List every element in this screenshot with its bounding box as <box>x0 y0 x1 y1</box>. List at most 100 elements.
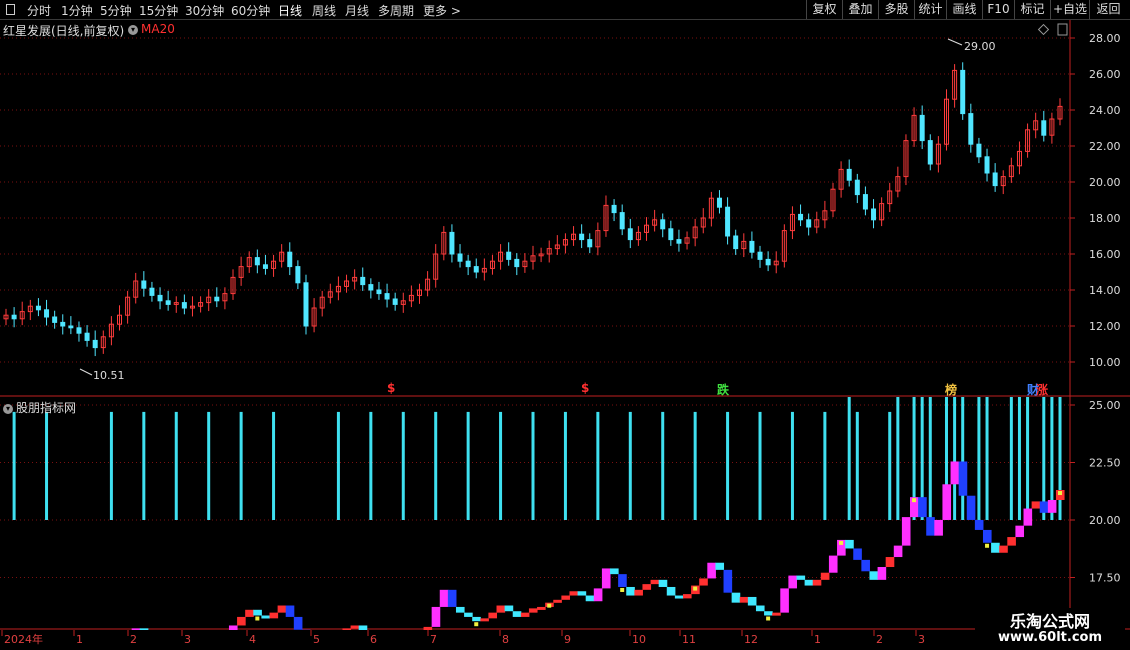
collapse-icon[interactable]: ▾ <box>3 403 13 414</box>
overlay-button[interactable]: 叠加 <box>842 0 878 19</box>
back-button[interactable]: 返回 <box>1089 0 1127 19</box>
high-price-label: 29.00 <box>964 40 996 53</box>
indicator-header[interactable]: ▾ 股朋指标网 <box>3 399 76 416</box>
indicator-step <box>1031 501 1041 509</box>
indicator-bar <box>758 411 762 520</box>
candle-body <box>11 314 17 320</box>
indicator-step <box>528 608 538 613</box>
price-tick-label: 12.00 <box>1089 320 1121 333</box>
period-tab-monthly[interactable]: 月线 <box>345 2 369 19</box>
indicator-step <box>464 612 473 617</box>
indicator-dot <box>547 603 552 608</box>
indicator-bar <box>466 411 470 520</box>
indicator-step <box>269 612 279 619</box>
indicator-bar <box>596 411 600 520</box>
draw-line-button[interactable]: 画线 <box>946 0 982 19</box>
period-tab-multi[interactable]: 多周期 <box>378 2 414 19</box>
indicator-tick-label: 22.50 <box>1089 457 1121 470</box>
indicator-step <box>447 589 457 607</box>
signal-marker[interactable]: 涨 <box>1036 381 1048 398</box>
candle-body <box>52 316 58 323</box>
indicator-step <box>496 605 506 613</box>
candle-body <box>619 212 625 230</box>
f10-button[interactable]: F10 <box>982 0 1014 19</box>
price-chart[interactable]: 28.00 26.00 24.00 22.00 20.00 18.00 16.00 14.00… <box>0 20 1130 397</box>
candle-body <box>927 140 933 165</box>
candle-body <box>360 276 366 286</box>
indicator-bar <box>401 411 405 520</box>
candle-body <box>449 231 455 255</box>
signal-marker[interactable]: $ <box>581 381 589 395</box>
indicator-step <box>634 589 643 596</box>
period-tab-1min[interactable]: 1分钟 <box>61 2 93 19</box>
mark-button[interactable]: 标记 <box>1014 0 1050 19</box>
indicator-step <box>723 569 733 593</box>
indicator-bar <box>823 411 827 520</box>
candle-body <box>303 282 309 327</box>
period-tab-fenshi[interactable]: 分时 <box>27 2 51 19</box>
indicator-step <box>277 605 287 613</box>
indicator-step <box>747 596 757 606</box>
signal-marker[interactable]: $ <box>387 381 395 395</box>
candle-body <box>725 206 731 237</box>
indicator-step <box>593 588 603 602</box>
period-tab-60min[interactable]: 60分钟 <box>231 2 270 19</box>
candle-body <box>676 239 682 244</box>
candle-body <box>919 114 925 142</box>
candle-body <box>368 284 374 291</box>
ma20-label: MA20 <box>141 22 175 36</box>
indicator-bar <box>888 411 892 520</box>
period-tab-30min[interactable]: 30分钟 <box>185 2 224 19</box>
period-tab-weekly[interactable]: 周线 <box>312 2 336 19</box>
signal-marker[interactable]: 跌 <box>717 381 729 398</box>
collapse-icon[interactable]: ▾ <box>128 24 138 35</box>
indicator-step <box>1015 525 1025 538</box>
period-tab-daily[interactable]: 日线 <box>278 2 302 19</box>
period-tab-15min[interactable]: 15分钟 <box>139 2 178 19</box>
indicator-chart[interactable]: 25.0022.5020.0017.5015.00 <box>0 397 1130 630</box>
date-tick-label: 3 <box>184 633 191 646</box>
candle-body <box>287 251 293 268</box>
indicator-bar <box>855 411 859 520</box>
indicator-step <box>480 618 489 622</box>
stats-button[interactable]: 统计 <box>914 0 946 19</box>
candle-body <box>35 305 41 311</box>
candle-body <box>765 258 771 266</box>
candle-body <box>376 289 382 295</box>
candle-body <box>60 321 66 327</box>
period-tab-more[interactable]: 更多 > <box>423 2 461 19</box>
indicator-dot <box>1058 491 1062 496</box>
period-tab-5min[interactable]: 5分钟 <box>100 2 132 19</box>
adjust-button[interactable]: 复权 <box>806 0 842 19</box>
multi-stock-button[interactable]: 多股 <box>878 0 914 19</box>
indicator-bar <box>499 411 503 520</box>
high-low-markers: 29.00 10.51 <box>79 38 996 382</box>
candle-body <box>846 168 852 181</box>
date-tick-label: 8 <box>502 633 509 646</box>
date-tick-label: 1 <box>814 633 821 646</box>
candle-body <box>854 179 860 196</box>
indicator-bar <box>661 411 665 520</box>
indicator-bar <box>953 397 957 520</box>
indicator-step <box>861 559 870 572</box>
indicator-bar <box>693 411 697 520</box>
candle-body <box>514 258 520 268</box>
date-tick-label: 11 <box>682 633 696 646</box>
add-watchlist-button[interactable]: +自选 <box>1050 0 1089 19</box>
indicator-bar <box>207 411 211 520</box>
signal-marker[interactable]: 榜 <box>945 381 957 398</box>
candle-body <box>611 204 617 214</box>
diamond-icon <box>1037 23 1050 36</box>
date-tick-label: 5 <box>313 633 320 646</box>
ma-indicator[interactable]: ▾ MA20 <box>128 22 175 36</box>
indicator-step <box>674 595 684 599</box>
indicator-step <box>520 612 530 617</box>
indicator-bar <box>109 411 113 520</box>
indicator-bar <box>563 411 567 520</box>
indicator-step <box>642 584 652 590</box>
window-toggle-icon[interactable] <box>6 4 15 15</box>
candle-body <box>984 156 990 174</box>
indicator-step <box>1047 499 1057 513</box>
indicator-bar <box>174 411 178 520</box>
candle-body <box>976 143 982 158</box>
